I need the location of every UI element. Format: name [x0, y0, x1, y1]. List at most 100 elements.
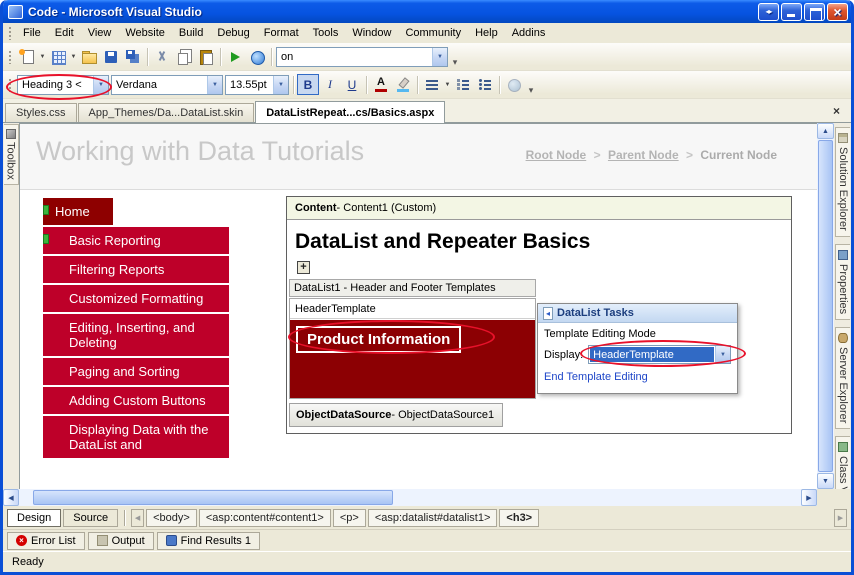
block-format-combo[interactable]: Heading 3 < — [17, 75, 109, 95]
datalist-header-bar[interactable]: DataList1 - Header and Footer Templates — [289, 279, 536, 297]
new-file-button[interactable] — [16, 46, 38, 68]
dropdown-arrow-icon[interactable] — [715, 346, 730, 363]
product-information-text[interactable]: Product Information — [296, 326, 461, 353]
tab-styles-css[interactable]: Styles.css — [5, 103, 77, 122]
server-explorer-tab[interactable]: Server Explorer — [835, 327, 850, 429]
close-document-icon[interactable] — [830, 104, 843, 118]
bullet-list-button[interactable] — [474, 74, 496, 96]
toolbar-options-icon[interactable] — [525, 74, 537, 96]
menu-format[interactable]: Format — [257, 25, 306, 41]
toolbar-options-icon[interactable] — [449, 46, 461, 68]
nav-item-customized-formatting[interactable]: Customized Formatting — [43, 285, 229, 312]
window-menu-button[interactable] — [758, 3, 779, 21]
objectdatasource-control[interactable]: ObjectDataSource - ObjectDataSource1 — [289, 403, 503, 427]
save-all-button[interactable] — [122, 46, 144, 68]
menu-debug[interactable]: Debug — [210, 25, 256, 41]
alignment-button[interactable] — [421, 74, 443, 96]
maximize-button[interactable] — [804, 3, 825, 21]
scroll-right-icon[interactable]: ▶ — [801, 489, 817, 506]
toolbox-tab[interactable]: Toolbox — [4, 124, 19, 185]
horizontal-scroll-track[interactable] — [19, 489, 801, 506]
browse-button[interactable] — [246, 46, 268, 68]
collapse-tasks-icon[interactable] — [543, 307, 553, 320]
content-placeholder-header[interactable]: Content - Content1 (Custom) — [287, 197, 791, 220]
minimize-button[interactable] — [781, 3, 802, 21]
add-item-button[interactable] — [47, 46, 69, 68]
open-file-button[interactable] — [78, 46, 100, 68]
cut-button[interactable] — [151, 46, 173, 68]
underline-button[interactable]: U — [341, 74, 363, 95]
highlight-button[interactable] — [392, 74, 414, 96]
document-tab-strip: Styles.css App_Themes/Da...DataList.skin… — [3, 99, 851, 123]
target-combo[interactable]: on — [276, 47, 448, 67]
display-template-combo[interactable]: HeaderTemplate — [588, 345, 731, 364]
alignment-dropdown-icon[interactable] — [443, 82, 452, 88]
nav-item-home[interactable]: Home — [43, 198, 113, 225]
output-tab[interactable]: Output — [88, 532, 154, 550]
nav-item-filtering-reports[interactable]: Filtering Reports — [43, 256, 229, 283]
nav-item-editing-inserting-deleting[interactable]: Editing, Inserting, and Deleting — [43, 314, 229, 356]
horizontal-scroll-thumb[interactable] — [33, 490, 393, 505]
add-item-dropdown-icon[interactable] — [69, 54, 78, 60]
dropdown-arrow-icon[interactable] — [432, 48, 447, 66]
header-template-region[interactable]: Product Information — [290, 320, 535, 398]
menu-view[interactable]: View — [81, 25, 119, 41]
properties-tab[interactable]: Properties — [835, 244, 850, 320]
close-button[interactable] — [827, 3, 848, 21]
menu-edit[interactable]: Edit — [48, 25, 81, 41]
error-list-tab[interactable]: Error List — [7, 532, 85, 550]
start-debug-button[interactable] — [224, 46, 246, 68]
nav-item-adding-custom-buttons[interactable]: Adding Custom Buttons — [43, 387, 229, 414]
italic-button[interactable]: I — [319, 74, 341, 95]
tag-body[interactable]: <body> — [146, 509, 197, 527]
paste-button[interactable] — [195, 46, 217, 68]
dropdown-arrow-icon[interactable] — [93, 76, 108, 94]
dropdown-arrow-icon[interactable] — [273, 76, 288, 94]
tag-p[interactable]: <p> — [333, 509, 366, 527]
move-handle-icon[interactable] — [297, 261, 310, 274]
bold-button[interactable]: B — [297, 74, 319, 95]
copy-button[interactable] — [173, 46, 195, 68]
datalist-template-editor[interactable]: HeaderTemplate Product Information — [289, 298, 536, 399]
source-view-button[interactable]: Source — [63, 509, 118, 527]
nav-item-displaying-data[interactable]: Displaying Data with the DataList and — [43, 416, 229, 458]
menu-tools[interactable]: Tools — [306, 25, 346, 41]
tag-h3[interactable]: <h3> — [499, 509, 539, 527]
menu-window[interactable]: Window — [345, 25, 398, 41]
vertical-scroll-thumb[interactable] — [818, 140, 833, 472]
find-results-tab[interactable]: Find Results 1 — [157, 532, 260, 550]
menu-help[interactable]: Help — [468, 25, 505, 41]
tag-scroll-left-button[interactable]: ◀ — [131, 509, 144, 527]
tab-datalist-skin[interactable]: App_Themes/Da...DataList.skin — [78, 103, 255, 122]
nav-item-paging-sorting[interactable]: Paging and Sorting — [43, 358, 229, 385]
tab-basics-aspx[interactable]: DataListRepeat...cs/Basics.aspx — [255, 101, 445, 123]
menu-website[interactable]: Website — [118, 25, 172, 41]
hyperlink-button[interactable] — [503, 74, 525, 96]
end-template-editing-link[interactable]: End Template Editing — [538, 367, 737, 387]
menu-build[interactable]: Build — [172, 25, 210, 41]
numbered-list-button[interactable] — [452, 74, 474, 96]
scroll-left-icon[interactable]: ◀ — [3, 489, 19, 506]
design-view-button[interactable]: Design — [7, 509, 61, 527]
font-name-combo[interactable]: Verdana — [111, 75, 223, 95]
menu-file[interactable]: File — [16, 25, 48, 41]
font-color-button[interactable] — [370, 74, 392, 96]
tag-asp-datalist[interactable]: <asp:datalist#datalist1> — [368, 509, 498, 527]
nav-item-basic-reporting[interactable]: Basic Reporting — [43, 227, 229, 254]
save-button[interactable] — [100, 46, 122, 68]
menu-community[interactable]: Community — [398, 25, 468, 41]
solution-explorer-tab[interactable]: Solution Explorer — [835, 127, 850, 237]
tag-asp-content[interactable]: <asp:content#content1> — [199, 509, 331, 527]
scroll-up-icon[interactable]: ▲ — [817, 123, 834, 139]
tag-scroll-right-button[interactable]: ▶ — [834, 509, 847, 527]
new-file-dropdown-icon[interactable] — [38, 54, 47, 60]
breadcrumb-root-link[interactable]: Root Node — [526, 148, 587, 162]
content-placeholder[interactable]: Content - Content1 (Custom) DataList and… — [286, 196, 792, 434]
font-size-combo[interactable]: 13.55pt — [225, 75, 289, 95]
vertical-scrollbar[interactable]: ▲ ▼ — [817, 123, 834, 489]
dropdown-arrow-icon[interactable] — [207, 76, 222, 94]
scroll-down-icon[interactable]: ▼ — [817, 473, 834, 489]
breadcrumb-parent-link[interactable]: Parent Node — [608, 148, 679, 162]
horizontal-scrollbar[interactable]: ◀ ▶ — [3, 489, 851, 506]
menu-addins[interactable]: Addins — [505, 25, 553, 41]
